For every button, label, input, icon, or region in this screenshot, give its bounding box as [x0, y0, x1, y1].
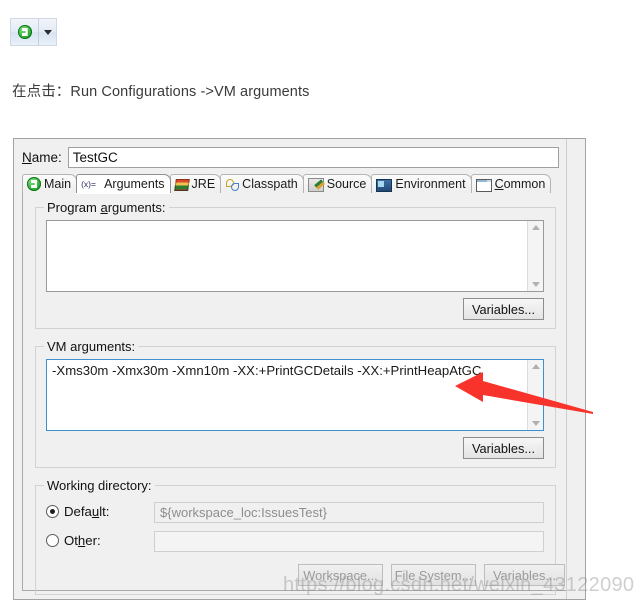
- vm-arguments-variables-button[interactable]: Variables...: [463, 437, 544, 459]
- tab-environment[interactable]: Environment: [371, 174, 472, 193]
- other-directory-radio-row[interactable]: Other:: [46, 533, 101, 548]
- vm-arguments-label-a: VM ar: [47, 339, 82, 354]
- arguments-panel: Program arguments: Variables... VM argum…: [22, 193, 567, 595]
- tab-jre[interactable]: JRE: [169, 174, 222, 193]
- default-directory-field: ${workspace_loc:IssuesTest}: [154, 502, 544, 523]
- program-arguments-scrollbar[interactable]: [527, 221, 543, 291]
- tab-common-label-rest: ommon: [503, 176, 546, 191]
- scroll-down-arrow-icon[interactable]: [531, 282, 540, 287]
- default-directory-label: Default:: [64, 504, 109, 519]
- green-play-circle-icon: [17, 25, 32, 39]
- vm-arguments-label-b: uments:: [88, 339, 136, 354]
- name-label-rest: ame:: [31, 149, 62, 165]
- watermark-text: https://blog.csdn.net/weixin_43122090: [283, 574, 635, 596]
- scroll-down-arrow-icon[interactable]: [531, 421, 540, 426]
- program-arguments-value: [47, 221, 527, 291]
- tab-strip: Main (x)= Arguments JRE Classpath Source…: [22, 173, 567, 194]
- run-dropdown-button[interactable]: [39, 19, 56, 45]
- tab-environment-label: Environment: [395, 176, 466, 191]
- other-directory-radio[interactable]: [46, 534, 59, 547]
- default-label-a: Defa: [64, 504, 92, 519]
- dialog-content: Name: TestGC Main (x)= Arguments JRE Cla…: [14, 139, 568, 599]
- name-input[interactable]: TestGC: [67, 146, 559, 168]
- tab-arguments[interactable]: (x)= Arguments: [76, 174, 171, 193]
- tab-common[interactable]: Common: [470, 174, 552, 193]
- default-label-b: lt:: [99, 504, 110, 519]
- working-directory-label: Working directory:: [44, 478, 155, 493]
- program-arguments-label-mnemonic: a: [100, 200, 108, 215]
- name-label: Name:: [22, 150, 62, 165]
- caret-down-icon: [43, 29, 52, 35]
- caption-text: 在点击：Run Configurations ->VM arguments: [12, 84, 310, 100]
- default-directory-radio[interactable]: [46, 505, 59, 518]
- vm-arguments-textarea[interactable]: -Xms30m -Xmx30m -Xmn10m -XX:+PrintGCDeta…: [46, 359, 544, 431]
- scroll-up-arrow-icon[interactable]: [531, 364, 540, 369]
- tab-source-label: Source: [326, 176, 367, 191]
- dialog-scrollbar[interactable]: [566, 139, 585, 599]
- tab-common-label: Common: [494, 176, 546, 191]
- vm-arguments-label: VM arguments:: [44, 339, 139, 354]
- program-arguments-textarea[interactable]: [46, 220, 544, 292]
- run-configurations-dialog: Name: TestGC Main (x)= Arguments JRE Cla…: [13, 138, 586, 600]
- tab-classpath-label: Classpath: [242, 176, 298, 191]
- books-stack-icon: [173, 178, 190, 191]
- other-label-a: Ot: [64, 533, 78, 548]
- default-directory-radio-row[interactable]: Default:: [46, 504, 109, 519]
- vm-arguments-variables-label: Variables...: [471, 440, 536, 456]
- green-run-circle-icon: [27, 177, 41, 191]
- vm-arguments-group: VM arguments: -Xms30m -Xmx30m -Xmn10m -X…: [35, 339, 556, 468]
- vm-arguments-value: -Xms30m -Xmx30m -Xmn10m -XX:+PrintGCDeta…: [52, 363, 482, 378]
- other-directory-field[interactable]: [154, 531, 544, 552]
- program-arguments-label-a: Program: [47, 200, 101, 215]
- document-pencil-icon: [307, 177, 324, 192]
- run-toolbar: [10, 18, 57, 46]
- scroll-up-arrow-icon[interactable]: [531, 225, 540, 230]
- tab-main-label: Main: [44, 176, 72, 191]
- run-button[interactable]: [11, 19, 40, 45]
- name-label-mnemonic: N: [22, 149, 32, 165]
- name-row: Name: TestGC: [22, 146, 559, 168]
- tab-classpath[interactable]: Classpath: [220, 174, 304, 193]
- tab-source[interactable]: Source: [302, 174, 373, 193]
- vm-arguments-scrollbar[interactable]: [527, 360, 543, 430]
- vm-arguments-label-mnemonic: g: [81, 339, 89, 354]
- other-directory-label: Other:: [64, 533, 101, 548]
- two-links-icon: [225, 177, 240, 191]
- variable-xequals-icon: (x)=: [81, 179, 96, 189]
- program-arguments-variables-label: Variables...: [471, 301, 536, 317]
- program-arguments-label: Program arguments:: [44, 200, 169, 215]
- other-label-b: er:: [85, 533, 101, 548]
- program-arguments-variables-button[interactable]: Variables...: [463, 298, 544, 320]
- monitor-window-icon: [376, 178, 393, 192]
- window-layout-icon: [475, 178, 492, 192]
- program-arguments-label-b: rguments:: [107, 200, 166, 215]
- tab-arguments-label: Arguments: [104, 176, 165, 191]
- tab-main[interactable]: Main: [22, 174, 78, 193]
- program-arguments-group: Program arguments: Variables...: [35, 200, 556, 329]
- tab-jre-label: JRE: [191, 176, 216, 191]
